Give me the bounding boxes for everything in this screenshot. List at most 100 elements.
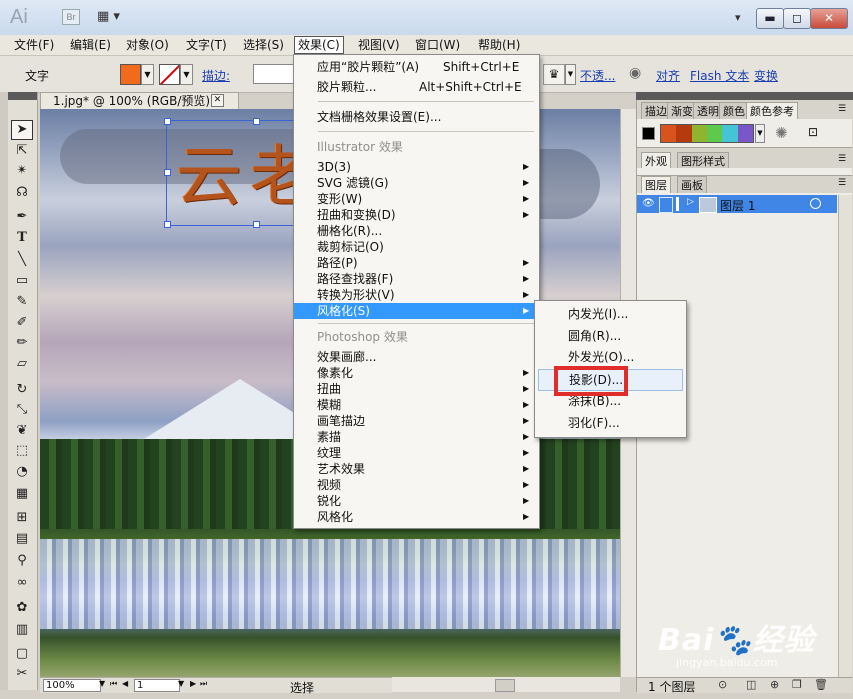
- gradient-tool-icon[interactable]: ▤: [11, 529, 33, 549]
- layer-name[interactable]: 图层 1: [720, 197, 755, 214]
- column-graph-tool-icon[interactable]: ▥: [11, 620, 33, 640]
- menu-object[interactable]: 对象(O): [123, 37, 172, 53]
- menu-item-last-effect[interactable]: 胶片颗粒... Alt+Shift+Ctrl+E: [294, 79, 537, 95]
- slice-tool-icon[interactable]: ✂: [11, 664, 33, 684]
- horizontal-scroll-thumb[interactable]: [495, 679, 515, 692]
- menu-item-warp[interactable]: 变形(W) ▶: [294, 191, 537, 207]
- menu-item-path[interactable]: 路径(P) ▶: [294, 255, 537, 271]
- harmony-swatch[interactable]: [661, 125, 677, 142]
- transform-link[interactable]: 变换: [754, 67, 778, 84]
- workspace-dropdown-icon[interactable]: ▾: [735, 11, 741, 24]
- tab-artboards[interactable]: 画板: [677, 176, 707, 194]
- submenu-item-round-corners[interactable]: 圆角(R)...: [538, 326, 683, 346]
- free-transform-tool-icon[interactable]: ⬚: [11, 441, 33, 461]
- menu-effect[interactable]: 效果(C): [294, 36, 344, 54]
- tab-color[interactable]: 颜色: [719, 102, 749, 120]
- menu-item-brush-strokes[interactable]: 画笔描边 ▶: [294, 413, 537, 429]
- artboard-dropdown-icon[interactable]: ▼: [178, 679, 184, 688]
- line-tool-icon[interactable]: ╲: [11, 250, 33, 270]
- menu-item-rasterize[interactable]: 栅格化(R)...: [294, 223, 537, 239]
- bounding-handle[interactable]: [164, 118, 171, 125]
- recolor-icon[interactable]: ◉: [629, 65, 641, 81]
- layers-scrollbar[interactable]: [838, 195, 852, 677]
- harmony-swatch[interactable]: [676, 125, 692, 142]
- pen-tool-icon[interactable]: ✒: [11, 207, 33, 227]
- menu-edit[interactable]: 编辑(E): [67, 37, 114, 53]
- lock-toggle[interactable]: [659, 197, 673, 213]
- expand-triangle-icon[interactable]: ▷: [687, 197, 694, 207]
- make-clipping-mask-icon[interactable]: ◫: [746, 678, 756, 691]
- menu-item-pixelate[interactable]: 像素化 ▶: [294, 365, 537, 381]
- bounding-handle[interactable]: [164, 221, 171, 228]
- locate-object-icon[interactable]: ⊙: [718, 678, 727, 691]
- rotate-tool-icon[interactable]: ↻: [11, 380, 33, 400]
- pencil-tool-icon[interactable]: ✐: [11, 313, 33, 333]
- bounding-handle[interactable]: [164, 169, 171, 176]
- base-color-swatch[interactable]: [642, 127, 655, 140]
- menu-item-distort-transform[interactable]: 扭曲和变换(D) ▶: [294, 207, 537, 223]
- perspective-grid-tool-icon[interactable]: ▦: [11, 484, 33, 504]
- tab-layers[interactable]: 图层: [641, 176, 671, 194]
- menu-item-video[interactable]: 视频 ▶: [294, 477, 537, 493]
- harmony-swatch[interactable]: [737, 125, 753, 142]
- brush-dropdown-icon[interactable]: ▼: [565, 64, 576, 85]
- submenu-item-outer-glow[interactable]: 外发光(O)...: [538, 347, 683, 367]
- submenu-item-inner-glow[interactable]: 内发光(I)...: [538, 304, 683, 324]
- submenu-item-feather[interactable]: 羽化(F)...: [538, 413, 683, 433]
- mesh-tool-icon[interactable]: ⊞: [11, 508, 33, 528]
- harmony-swatch[interactable]: [691, 125, 707, 142]
- menu-item-blur[interactable]: 模糊 ▶: [294, 397, 537, 413]
- menu-item-crop-marks[interactable]: 裁剪标记(O): [294, 239, 537, 255]
- menu-view[interactable]: 视图(V): [355, 37, 403, 53]
- warp-tool-icon[interactable]: ❦: [11, 421, 33, 441]
- menu-item-apply-last-effect[interactable]: 应用“胶片颗粒”(A) Shift+Ctrl+E: [294, 59, 537, 75]
- paintbrush-tool-icon[interactable]: ✎: [11, 292, 33, 312]
- bridge-button[interactable]: Br: [62, 9, 80, 25]
- stroke-link[interactable]: 描边:: [202, 67, 230, 84]
- type-tool-icon[interactable]: T: [11, 228, 33, 248]
- menu-window[interactable]: 窗口(W): [412, 37, 463, 53]
- symbol-sprayer-tool-icon[interactable]: ✿: [11, 598, 33, 618]
- shape-builder-tool-icon[interactable]: ◔: [11, 462, 33, 482]
- new-sublayer-icon[interactable]: ⊕: [770, 678, 779, 691]
- opacity-link[interactable]: 不透...: [580, 67, 615, 84]
- next-artboard-icon[interactable]: ▶: [190, 679, 196, 688]
- stroke-color-swatch[interactable]: [159, 64, 180, 85]
- artboard-tool-icon[interactable]: ▢: [11, 644, 33, 664]
- eyedropper-tool-icon[interactable]: ⚲: [11, 551, 33, 571]
- rectangle-tool-icon[interactable]: ▭: [11, 271, 33, 291]
- artboard-number-field[interactable]: 1: [134, 679, 180, 692]
- menu-item-svg-filters[interactable]: SVG 滤镜(G) ▶: [294, 175, 537, 191]
- menu-item-pathfinder[interactable]: 路径查找器(F) ▶: [294, 271, 537, 287]
- last-artboard-icon[interactable]: ⏭: [200, 679, 207, 689]
- layer-target-icon[interactable]: [810, 198, 821, 209]
- zoom-field[interactable]: 100%: [43, 679, 101, 692]
- save-color-group-icon[interactable]: ⊡: [808, 125, 818, 139]
- delete-layer-icon[interactable]: 🗑: [814, 678, 828, 691]
- zoom-dropdown-icon[interactable]: ▼: [99, 679, 105, 688]
- close-button[interactable]: ✕: [810, 8, 848, 29]
- harmony-dropdown-icon[interactable]: ▼: [755, 124, 765, 143]
- panel-menu-icon[interactable]: ☰: [838, 104, 846, 114]
- new-layer-icon[interactable]: ❐: [792, 678, 802, 691]
- tools-panel-header[interactable]: [8, 92, 37, 100]
- maximize-button[interactable]: ◻: [783, 8, 811, 29]
- minimize-button[interactable]: ▬: [756, 8, 784, 29]
- menu-item-sharpen[interactable]: 锐化 ▶: [294, 493, 537, 509]
- prev-artboard-icon[interactable]: ◀: [122, 679, 128, 688]
- document-close-icon[interactable]: ✕: [211, 94, 224, 107]
- menu-item-artistic[interactable]: 艺术效果 ▶: [294, 461, 537, 477]
- stroke-dropdown-icon[interactable]: ▼: [180, 64, 193, 85]
- lasso-tool-icon[interactable]: ☊: [11, 183, 33, 203]
- visibility-eye-icon[interactable]: 👁: [642, 198, 655, 209]
- panel-menu-icon[interactable]: ☰: [838, 178, 846, 188]
- menu-item-3d[interactable]: 3D(3) ▶: [294, 159, 537, 175]
- blend-tool-icon[interactable]: ∞: [11, 573, 33, 593]
- menu-item-distort[interactable]: 扭曲 ▶: [294, 381, 537, 397]
- workspace-switcher-button[interactable]: ▦ ▾: [97, 9, 120, 24]
- menu-item-effect-gallery[interactable]: 效果画廊...: [294, 349, 537, 365]
- scale-tool-icon[interactable]: ⤡: [11, 400, 33, 420]
- brush-definition-icon[interactable]: ♛: [543, 64, 565, 85]
- right-panel-header[interactable]: [636, 92, 853, 100]
- menu-item-stylize-illustrator[interactable]: 风格化(S) ▶: [294, 303, 537, 319]
